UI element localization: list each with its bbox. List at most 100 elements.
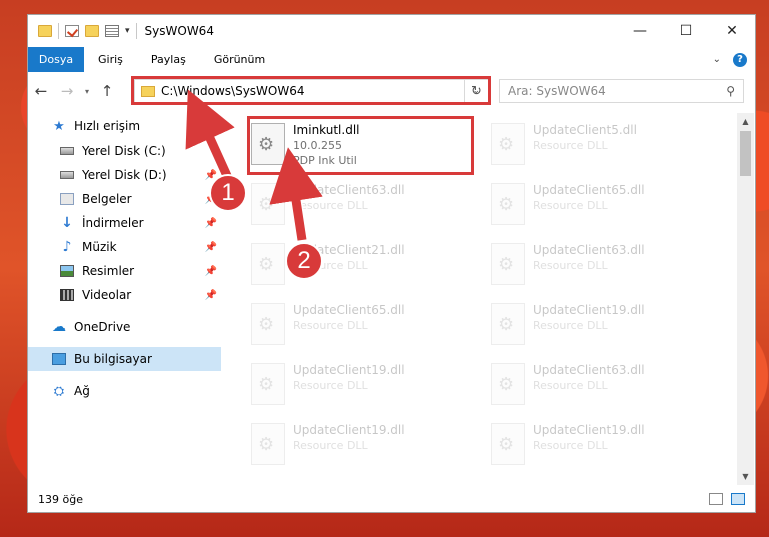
- item-count: 139 öğe: [38, 492, 83, 506]
- sidebar-item-label: Belgeler: [82, 192, 132, 206]
- drive-icon: [60, 171, 74, 179]
- search-icon[interactable]: ⚲: [726, 84, 735, 98]
- customize-icon[interactable]: [105, 25, 119, 37]
- sidebar-item-videos[interactable]: Videolar 📌: [28, 283, 221, 307]
- file-tile[interactable]: UpdateClient19.dll Resource DLL: [463, 297, 693, 355]
- dll-file-icon: [491, 303, 525, 345]
- properties-check-icon[interactable]: [65, 25, 79, 37]
- file-tile[interactable]: UpdateClient63.dll Resource DLL: [463, 357, 693, 415]
- maximize-button[interactable]: ☐: [663, 15, 709, 47]
- separator: [58, 23, 59, 39]
- dll-file-icon: [491, 363, 525, 405]
- scrollbar-thumb[interactable]: [740, 131, 751, 176]
- scroll-down-icon[interactable]: ▼: [737, 468, 754, 485]
- recent-locations-icon[interactable]: ▾: [80, 87, 94, 96]
- sidebar-item-label: İndirmeler: [82, 216, 144, 230]
- sidebar-item-music[interactable]: ♪ Müzik 📌: [28, 235, 221, 259]
- minimize-button[interactable]: —: [617, 15, 663, 47]
- dll-file-icon: [491, 243, 525, 285]
- file-tile[interactable]: UpdateClient63.dll Resource DLL: [223, 177, 453, 235]
- close-button[interactable]: ✕: [709, 15, 755, 47]
- sidebar-item-label: Yerel Disk (C:): [82, 144, 166, 158]
- computer-icon: [52, 353, 66, 365]
- explorer-window: ▾ SysWOW64 — ☐ ✕ Dosya Giriş Paylaş Görü…: [27, 14, 756, 513]
- dll-file-icon: [251, 243, 285, 285]
- callout-badge-1: 1: [209, 174, 247, 212]
- pin-icon[interactable]: 📌: [205, 290, 217, 301]
- file-tile[interactable]: UpdateClient19.dll Resource DLL: [223, 357, 453, 415]
- pin-icon[interactable]: 📌: [205, 242, 217, 253]
- view-toggles: [709, 493, 745, 505]
- file-name: UpdateClient19.dll: [533, 423, 645, 437]
- file-tile[interactable]: UpdateClient63.dll Resource DLL: [463, 237, 693, 295]
- vertical-scrollbar[interactable]: ▲ ▼: [737, 113, 754, 485]
- quick-access-toolbar: ▾: [28, 23, 137, 39]
- qa-dropdown-icon[interactable]: ▾: [125, 26, 130, 36]
- separator: [135, 23, 137, 39]
- tab-home[interactable]: Giriş: [84, 53, 137, 66]
- folder-icon: [38, 25, 52, 37]
- search-input[interactable]: Ara: SysWOW64 ⚲: [499, 79, 744, 103]
- dll-file-icon: [251, 303, 285, 345]
- back-arrow-icon[interactable]: ←: [28, 82, 54, 100]
- search-placeholder: Ara: SysWOW64: [508, 84, 606, 98]
- address-highlight-box: [131, 76, 491, 105]
- file-description: Resource DLL: [293, 319, 368, 332]
- sidebar-item-label: Resimler: [82, 264, 135, 278]
- sidebar-item-label: Videolar: [82, 288, 132, 302]
- music-icon: ♪: [62, 239, 72, 255]
- sidebar-item-quick-access[interactable]: ★ Hızlı erişim: [28, 113, 221, 139]
- pin-icon[interactable]: 📌: [205, 266, 217, 277]
- file-tile[interactable]: UpdateClient21.dllResource DLL: [223, 237, 453, 295]
- downloads-icon: ↓: [61, 215, 73, 231]
- documents-icon: [60, 193, 74, 205]
- tab-file[interactable]: Dosya: [28, 47, 84, 72]
- sidebar-item-onedrive[interactable]: ☁ OneDrive: [28, 315, 221, 339]
- help-icon[interactable]: ?: [733, 52, 747, 67]
- file-name: UpdateClient63.dll: [293, 183, 405, 197]
- file-description: Resource DLL: [293, 439, 368, 452]
- sidebar-item-network[interactable]: ⛭ Ağ: [28, 379, 221, 403]
- tiles-view-icon[interactable]: [731, 493, 745, 505]
- sidebar-item-label: Müzik: [82, 240, 117, 254]
- dll-file-icon: [251, 183, 285, 225]
- file-description: Resource DLL: [533, 259, 608, 272]
- status-bar: 139 öğe: [28, 486, 755, 512]
- sidebar-item-documents[interactable]: Belgeler 📌: [28, 187, 221, 211]
- pin-icon[interactable]: 📌: [205, 218, 217, 229]
- up-arrow-icon[interactable]: ↑: [94, 82, 120, 100]
- star-icon: ★: [53, 118, 65, 134]
- dll-file-icon: [251, 363, 285, 405]
- new-folder-icon[interactable]: [85, 25, 99, 37]
- file-tile[interactable]: UpdateClient19.dll Resource DLL: [223, 417, 453, 475]
- file-description: Resource DLL: [533, 319, 608, 332]
- callout-badge-2: 2: [285, 242, 323, 280]
- file-tile[interactable]: UpdateClient65.dll Resource DLL: [223, 297, 453, 355]
- ribbon-right-controls: ⌄ ?: [713, 52, 747, 67]
- window-title: SysWOW64: [144, 24, 214, 38]
- sidebar-item-local-disk-c[interactable]: Yerel Disk (C:): [28, 139, 221, 163]
- tab-view[interactable]: Görünüm: [200, 53, 279, 66]
- pictures-icon: [60, 265, 74, 277]
- dll-file-icon: [491, 183, 525, 225]
- scroll-up-icon[interactable]: ▲: [737, 113, 754, 130]
- sidebar-item-local-disk-d[interactable]: Yerel Disk (D:) 📌: [28, 163, 221, 187]
- file-description: Resource DLL: [533, 139, 608, 152]
- sidebar-item-label: Hızlı erişim: [74, 119, 141, 133]
- details-view-icon[interactable]: [709, 493, 723, 505]
- forward-arrow-icon[interactable]: →: [54, 82, 80, 100]
- dll-file-icon: [491, 123, 525, 165]
- sidebar-item-label: Bu bilgisayar: [74, 352, 152, 366]
- sidebar-item-downloads[interactable]: ↓ İndirmeler 📌: [28, 211, 221, 235]
- file-tile[interactable]: UpdateClient65.dll Resource DLL: [463, 177, 693, 235]
- network-icon: ⛭: [53, 383, 65, 399]
- file-tile[interactable]: UpdateClient19.dll Resource DLL: [463, 417, 693, 475]
- sidebar-item-this-pc[interactable]: Bu bilgisayar: [28, 347, 221, 371]
- sidebar-item-label: Yerel Disk (D:): [82, 168, 167, 182]
- tab-share[interactable]: Paylaş: [137, 53, 200, 66]
- file-description: Resource DLL: [533, 379, 608, 392]
- file-description: Resource DLL: [533, 439, 608, 452]
- sidebar-item-pictures[interactable]: Resimler 📌: [28, 259, 221, 283]
- chevron-down-icon[interactable]: ⌄: [713, 54, 721, 65]
- file-tile[interactable]: UpdateClient5.dll Resource DLL: [463, 117, 693, 175]
